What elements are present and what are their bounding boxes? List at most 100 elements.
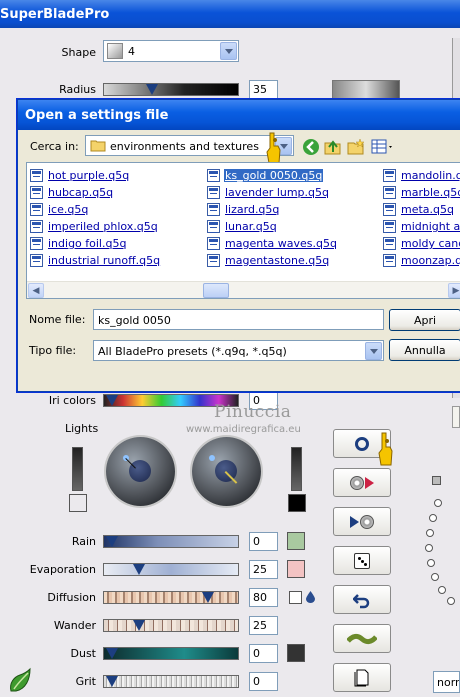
diffusion-checkbox[interactable] <box>289 591 302 604</box>
list-item[interactable]: moldy candy <box>383 235 460 252</box>
light-right-intensity-bar[interactable] <box>291 447 302 491</box>
light-left-direction-dial[interactable] <box>106 437 175 506</box>
rotation-dot[interactable] <box>427 559 435 567</box>
rotation-dot[interactable] <box>447 597 455 605</box>
rain-color-swatch[interactable] <box>287 532 305 550</box>
cancel-button[interactable]: Annulla <box>389 339 460 361</box>
light-right-direction-dial[interactable] <box>192 437 261 506</box>
rotation-dot[interactable] <box>434 499 442 507</box>
list-item[interactable]: lizard.q5q <box>207 201 338 218</box>
diffusion-slider[interactable] <box>103 591 239 604</box>
horizontal-scrollbar[interactable]: ◀ ▶ <box>27 281 460 298</box>
evaporation-slider-thumb[interactable] <box>133 564 145 575</box>
list-item[interactable]: lavender lump.q5q <box>207 184 338 201</box>
new-folder-icon[interactable] <box>347 138 365 156</box>
file-list[interactable]: hot purple.q5q hubcap.q5q ice.q5q imperi… <box>26 162 460 299</box>
play-backward-button[interactable] <box>333 507 391 536</box>
grit-value[interactable]: 0 <box>249 672 278 691</box>
randomize-button[interactable] <box>333 546 391 575</box>
list-item[interactable]: mandolin.q5q <box>383 167 460 184</box>
rain-slider[interactable] <box>103 535 239 548</box>
scroll-right-icon[interactable]: ▶ <box>448 283 460 298</box>
dust-value[interactable]: 0 <box>249 644 278 663</box>
scroll-left-icon[interactable]: ◀ <box>28 283 44 298</box>
dust-color-swatch[interactable] <box>287 644 305 662</box>
evaporation-value[interactable]: 25 <box>249 560 278 579</box>
rotation-dot[interactable] <box>429 514 437 522</box>
wander-slider-thumb[interactable] <box>133 620 145 631</box>
wave-icon <box>347 633 377 644</box>
filetype-select[interactable]: All BladePro presets (*.q9q, *.q5q) <box>93 340 384 361</box>
dust-slider[interactable] <box>103 647 239 660</box>
wander-slider[interactable] <box>103 619 239 632</box>
side-button-edge[interactable] <box>452 406 460 428</box>
rotation-dot[interactable] <box>438 586 446 594</box>
window-title: SuperBladePro <box>0 0 460 28</box>
light-left-color-swatch[interactable] <box>69 494 87 512</box>
rain-value[interactable]: 0 <box>249 532 278 551</box>
diffusion-slider-thumb[interactable] <box>202 592 214 603</box>
rotation-dot[interactable] <box>431 573 439 581</box>
wander-value[interactable]: 25 <box>249 616 278 635</box>
evaporation-slider[interactable] <box>103 563 239 576</box>
filename-input[interactable]: ks_gold 0050 <box>93 309 384 330</box>
save-preset-button[interactable] <box>333 663 391 692</box>
iri-colors-slider-thumb[interactable] <box>106 395 118 406</box>
list-item[interactable]: moonzap.q5q <box>383 252 460 269</box>
rotation-handle[interactable] <box>432 476 441 485</box>
app-logo-icon[interactable] <box>8 667 32 693</box>
lights-label: Lights <box>65 422 99 435</box>
dialog-title: Open a settings file <box>18 100 460 130</box>
play-forward-button[interactable] <box>333 468 391 497</box>
dust-slider-thumb[interactable] <box>106 648 118 659</box>
blend-mode-select[interactable]: norm <box>433 671 460 693</box>
shape-select[interactable]: 4 <box>103 40 239 62</box>
diffusion-value[interactable]: 80 <box>249 588 278 607</box>
list-item[interactable]: lunar.q5q <box>207 218 338 235</box>
list-item[interactable]: ice.q5q <box>30 201 161 218</box>
preset-file-icon <box>30 254 43 267</box>
light-right-color-swatch[interactable] <box>288 494 306 512</box>
view-menu-icon[interactable] <box>371 138 395 156</box>
file-column-2: ks_gold 0050.q5q lavender lump.q5q lizar… <box>207 167 338 269</box>
scrollbar-thumb[interactable] <box>203 283 229 298</box>
list-item[interactable]: meta.q5q <box>383 201 460 218</box>
look-in-select[interactable]: environments and textures <box>85 135 294 156</box>
list-item[interactable]: midnight am <box>383 218 460 235</box>
list-item[interactable]: hot purple.q5q <box>30 167 161 184</box>
rotation-dot[interactable] <box>426 529 434 537</box>
open-button[interactable]: Apri <box>389 309 460 331</box>
preset-file-icon <box>383 186 396 199</box>
up-folder-icon[interactable] <box>324 138 342 156</box>
preset-file-icon <box>30 220 43 233</box>
back-icon[interactable] <box>302 138 320 156</box>
look-in-label: Cerca in: <box>30 140 79 153</box>
water-drop-icon <box>306 591 315 603</box>
rotation-dot[interactable] <box>425 544 433 552</box>
grit-slider-thumb[interactable] <box>106 676 118 687</box>
preset-file-icon <box>383 169 396 182</box>
filetype-label: Tipo file: <box>29 344 77 357</box>
grit-slider[interactable] <box>103 675 239 688</box>
list-item[interactable]: marble.q5q <box>383 184 460 201</box>
radius-slider[interactable] <box>103 83 239 96</box>
radius-slider-thumb[interactable] <box>146 84 158 95</box>
effect-button[interactable] <box>333 624 391 653</box>
light-right-position-dot[interactable] <box>209 455 215 461</box>
list-item-selected[interactable]: ks_gold 0050.q5q <box>207 167 338 184</box>
list-item[interactable]: industrial runoff.q5q <box>30 252 161 269</box>
list-item[interactable]: indigo foil.q5q <box>30 235 161 252</box>
evaporation-color-swatch[interactable] <box>287 560 305 578</box>
list-item[interactable]: magentastone.q5q <box>207 252 338 269</box>
chevron-down-icon[interactable] <box>220 42 237 60</box>
list-item[interactable]: imperiled phlox.q5q <box>30 218 161 235</box>
light-left-intensity-bar[interactable] <box>72 447 83 491</box>
undo-button[interactable] <box>333 585 391 614</box>
open-settings-dialog[interactable]: Open a settings file Cerca in: environme… <box>17 99 460 392</box>
list-item[interactable]: magenta waves.q5q <box>207 235 338 252</box>
rain-slider-thumb[interactable] <box>106 536 118 547</box>
diffusion-label: Diffusion <box>47 591 96 604</box>
chevron-down-icon[interactable] <box>365 342 382 360</box>
radius-value[interactable]: 35 <box>249 80 278 99</box>
list-item[interactable]: hubcap.q5q <box>30 184 161 201</box>
